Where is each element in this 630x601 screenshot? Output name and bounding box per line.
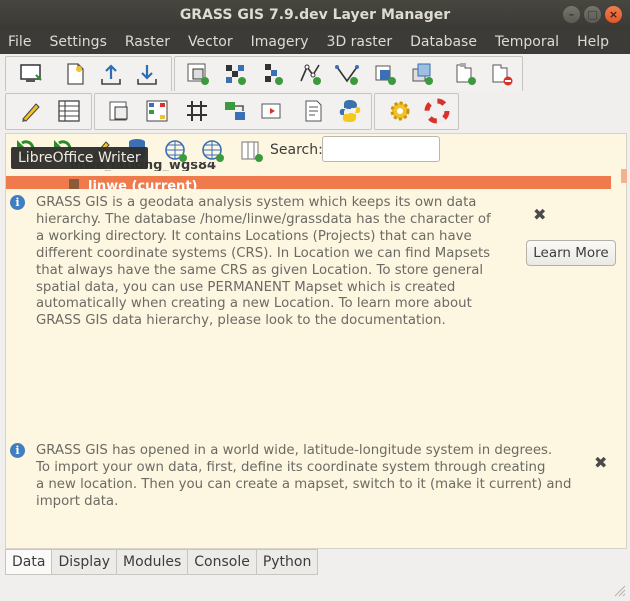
load-workspace-icon[interactable] [98,61,124,87]
info-message-latlong: GRASS GIS has opened in a world wide, la… [36,443,572,509]
tab-data[interactable]: Data [5,549,53,575]
georectifier-icon[interactable] [222,98,248,124]
add-group-icon[interactable] [372,61,398,87]
new-location-add-icon[interactable] [200,138,226,164]
maximize-button[interactable]: □ [584,6,601,23]
learn-more-button[interactable]: Learn More [526,240,616,266]
tree-item-current-mapset[interactable]: linwe (current) [6,176,611,193]
tab-python[interactable]: Python [256,549,319,575]
new-display-icon[interactable] [18,61,44,87]
tab-console[interactable]: Console [188,549,257,575]
menu-raster[interactable]: Raster [116,34,179,50]
info-message-hierarchy: GRASS GIS is a geodata analysis system w… [36,195,491,329]
add-vector-misc-icon[interactable] [334,61,360,87]
add-raster-misc-icon[interactable] [222,61,248,87]
add-layer-icon[interactable] [452,61,478,87]
info-icon: i [10,195,25,210]
graphical-modeler-icon[interactable] [144,98,170,124]
menu-3d-raster[interactable]: 3D raster [318,34,402,50]
tooltip: LibreOffice Writer [11,147,148,169]
close-button[interactable]: × [605,6,622,23]
menu-imagery[interactable]: Imagery [242,34,318,50]
add-raster-group-icon[interactable] [259,61,285,87]
menu-vector[interactable]: Vector [179,34,242,50]
menu-temporal[interactable]: Temporal [486,34,568,50]
info-icon: i [10,443,25,458]
dismiss-message-button[interactable]: ✖ [594,453,607,472]
mapset-icon [69,179,79,189]
grid-icon[interactable] [184,98,210,124]
new-location-icon[interactable] [163,138,189,164]
save-workspace-icon[interactable] [134,61,160,87]
edit-icon[interactable] [18,98,44,124]
notebook-tabs: Data Display Modules Console Python [5,549,319,575]
add-overlay-icon[interactable] [409,61,435,87]
search-label: Search: [270,142,323,158]
script-icon[interactable] [300,98,326,124]
remove-layer-icon[interactable] [488,61,514,87]
menu-database[interactable]: Database [401,34,486,50]
toolbar-main [0,54,630,94]
menu-settings[interactable]: Settings [40,34,115,50]
new-workspace-icon[interactable] [62,61,88,87]
tree-scrollbar[interactable] [621,169,627,183]
menu-bar: File Settings Raster Vector Imagery 3D r… [0,30,630,54]
title-bar: GRASS GIS 7.9.dev Layer Manager – □ × [0,0,630,30]
python-icon[interactable] [337,98,363,124]
resize-grip-icon[interactable] [612,583,626,597]
tab-display[interactable]: Display [52,549,118,575]
map-calculator-icon[interactable] [106,98,132,124]
toolbar-tools [0,91,630,131]
window-controls: – □ × [563,6,622,23]
minimize-button[interactable]: – [563,6,580,23]
menu-file[interactable]: File [0,34,40,50]
settings-icon[interactable] [387,98,413,124]
add-raster-icon[interactable] [185,61,211,87]
window-title: GRASS GIS 7.9.dev Layer Manager [179,7,451,23]
animation-icon[interactable] [259,98,285,124]
attribute-table-icon[interactable] [56,98,82,124]
search-input[interactable] [322,136,440,162]
tab-modules[interactable]: Modules [117,549,189,575]
add-mapset-icon[interactable] [239,138,265,164]
add-vector-icon[interactable] [297,61,323,87]
menu-help[interactable]: Help [568,34,618,50]
help-icon[interactable] [424,98,450,124]
dismiss-message-button[interactable]: ✖ [533,205,546,224]
